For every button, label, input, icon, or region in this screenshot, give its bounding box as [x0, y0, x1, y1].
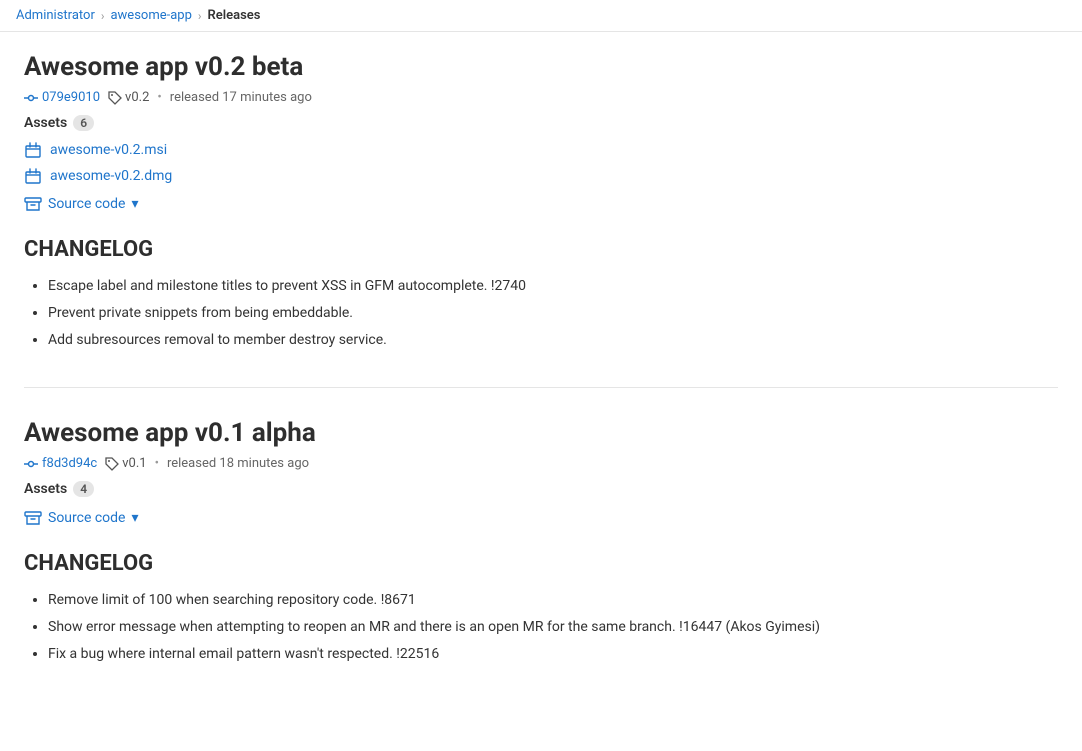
- package-icon-dmg: [24, 167, 42, 185]
- source-code-chevron-1: ▾: [132, 196, 139, 212]
- breadcrumb-current: Releases: [208, 8, 261, 23]
- source-code-link-2[interactable]: Source code ▾: [24, 509, 139, 527]
- tag-version-1: v0.2: [125, 90, 149, 105]
- meta-dot-2: •: [155, 456, 159, 471]
- assets-section-2: Assets 4 Source code ▾: [24, 481, 1058, 531]
- release-meta-1: 079e9010 v0.2 • released 17 minutes ago: [24, 90, 1058, 105]
- changelog-section-1: CHANGELOG Escape label and milestone tit…: [24, 237, 1058, 351]
- list-item: Fix a bug where internal email pattern w…: [48, 644, 1058, 665]
- released-time-2: released 18 minutes ago: [167, 456, 309, 471]
- list-item: Add subresources removal to member destr…: [48, 330, 1058, 351]
- list-item: Show error message when attempting to re…: [48, 617, 1058, 638]
- tag-ref-1: v0.2: [108, 90, 149, 105]
- commit-hash-1: 079e9010: [42, 90, 100, 105]
- list-item: Prevent private snippets from being embe…: [48, 303, 1058, 324]
- meta-dot-1: •: [157, 90, 161, 105]
- package-icon-msi: [24, 141, 42, 159]
- source-code-label-1: Source code: [48, 196, 126, 212]
- assets-header-1: Assets 6: [24, 115, 1058, 131]
- breadcrumb: Administrator › awesome-app › Releases: [0, 0, 1082, 32]
- list-item: Remove limit of 100 when searching repos…: [48, 590, 1058, 611]
- assets-count-1: 6: [73, 115, 94, 131]
- archive-icon-2: [24, 509, 42, 527]
- changelog-list-2: Remove limit of 100 when searching repos…: [24, 590, 1058, 665]
- changelog-section-2: CHANGELOG Remove limit of 100 when searc…: [24, 551, 1058, 665]
- breadcrumb-awesome-app[interactable]: awesome-app: [110, 8, 191, 23]
- release-title-2: Awesome app v0.1 alpha: [24, 418, 1058, 448]
- asset-link-dmg[interactable]: awesome-v0.2.dmg: [24, 165, 1058, 187]
- assets-header-2: Assets 4: [24, 481, 1058, 497]
- released-time-1: released 17 minutes ago: [170, 90, 312, 105]
- breadcrumb-sep-2: ›: [198, 9, 202, 23]
- release-meta-2: f8d3d94c v0.1 • released 18 minutes ago: [24, 456, 1058, 471]
- commit-icon-2: [24, 457, 38, 471]
- archive-icon-1: [24, 195, 42, 213]
- assets-label-2: Assets: [24, 481, 67, 497]
- asset-link-msi[interactable]: awesome-v0.2.msi: [24, 139, 1058, 161]
- asset-name-msi: awesome-v0.2.msi: [50, 142, 167, 158]
- commit-icon-1: [24, 91, 38, 105]
- assets-label-1: Assets: [24, 115, 67, 131]
- tag-icon-1: [108, 91, 122, 105]
- source-code-label-2: Source code: [48, 510, 126, 526]
- assets-count-2: 4: [73, 481, 94, 497]
- source-code-link-1[interactable]: Source code ▾: [24, 195, 139, 213]
- release-block-1: Awesome app v0.2 beta 079e9010: [24, 52, 1058, 388]
- release-title-1: Awesome app v0.2 beta: [24, 52, 1058, 82]
- commit-link-2[interactable]: f8d3d94c: [24, 456, 97, 471]
- release-block-2: Awesome app v0.1 alpha f8d3d94c: [24, 418, 1058, 701]
- changelog-title-2: CHANGELOG: [24, 551, 1058, 576]
- commit-link-1[interactable]: 079e9010: [24, 90, 100, 105]
- breadcrumb-sep-1: ›: [101, 9, 105, 23]
- changelog-list-1: Escape label and milestone titles to pre…: [24, 276, 1058, 351]
- breadcrumb-administrator[interactable]: Administrator: [16, 8, 95, 23]
- page-content: Awesome app v0.2 beta 079e9010: [0, 32, 1082, 751]
- list-item: Escape label and milestone titles to pre…: [48, 276, 1058, 297]
- assets-section-1: Assets 6 awesome-v0.2.msi: [24, 115, 1058, 217]
- commit-hash-2: f8d3d94c: [42, 456, 97, 471]
- tag-version-2: v0.1: [122, 456, 146, 471]
- changelog-title-1: CHANGELOG: [24, 237, 1058, 262]
- tag-ref-2: v0.1: [105, 456, 146, 471]
- source-code-chevron-2: ▾: [132, 510, 139, 526]
- asset-name-dmg: awesome-v0.2.dmg: [50, 168, 172, 184]
- tag-icon-2: [105, 457, 119, 471]
